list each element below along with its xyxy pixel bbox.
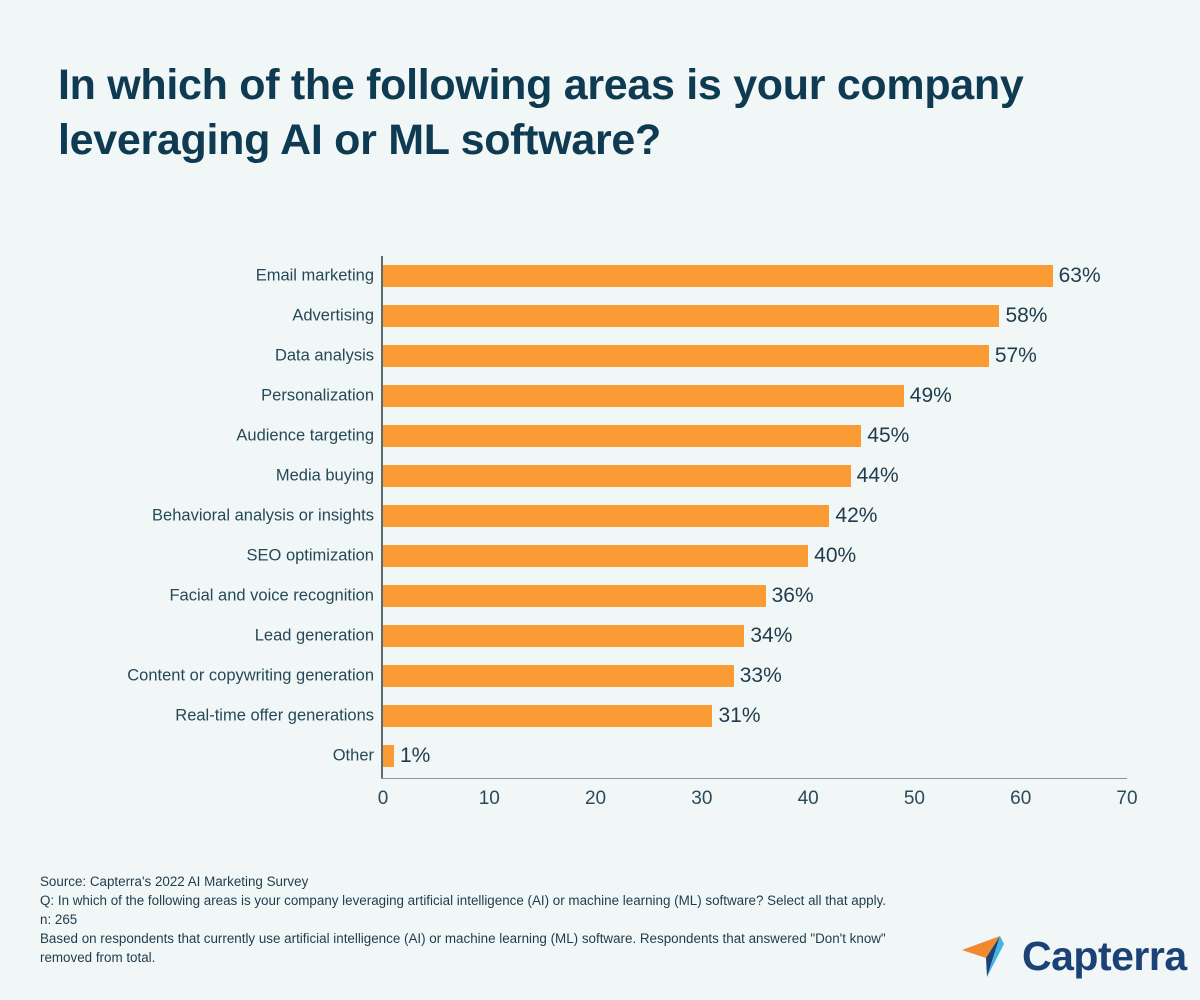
bar-value-label: 57% xyxy=(994,344,1037,367)
bar-value-label: 42% xyxy=(835,504,878,527)
bar xyxy=(383,545,809,567)
bar-category-label: Lead generation xyxy=(254,626,374,645)
bar-chart: Email marketing 63% Advertising 58% Data ana… xyxy=(0,240,1200,830)
bar-row: Behavioral analysis or insights 42% xyxy=(0,496,1200,536)
bar-category-label: Personalization xyxy=(261,386,374,405)
bar xyxy=(383,585,766,607)
bar-row: SEO optimization 40% xyxy=(0,536,1200,576)
bar-row: Real-time offer generations 31% xyxy=(0,696,1200,736)
x-axis-line xyxy=(381,778,1127,779)
footnote-basis: Based on respondents that currently use … xyxy=(40,931,890,966)
bar-value-label: 31% xyxy=(718,704,761,727)
bar xyxy=(383,705,713,727)
footnote: Source: Capterra's 2022 AI Marketing Sur… xyxy=(40,872,910,967)
bar-value-label: 44% xyxy=(856,464,899,487)
bar xyxy=(383,665,734,687)
x-axis-tick: 60 xyxy=(1010,788,1032,809)
x-axis-tick: 0 xyxy=(377,788,389,809)
bar-value-label: 36% xyxy=(771,584,814,607)
bar xyxy=(383,265,1053,287)
bar-row: Content or copywriting generation 33% xyxy=(0,656,1200,696)
bar-row: Audience targeting 45% xyxy=(0,416,1200,456)
bar-category-label: Advertising xyxy=(292,306,374,325)
bar-value-label: 58% xyxy=(1005,304,1048,327)
bar-row: Data analysis 57% xyxy=(0,336,1200,376)
x-axis-tick: 10 xyxy=(478,788,500,809)
bar-category-label: Behavioral analysis or insights xyxy=(152,506,374,525)
bar-category-label: Email marketing xyxy=(255,266,374,285)
bar xyxy=(383,745,394,767)
footnote-sample-size: n: 265 xyxy=(40,912,78,928)
bar-category-label: Media buying xyxy=(275,466,374,485)
bar-value-label: 49% xyxy=(909,384,952,407)
capterra-paper-plane-icon xyxy=(962,936,1004,977)
capterra-wordmark: Capterra xyxy=(1022,933,1187,979)
footnote-source: Source: Capterra's 2022 AI Marketing Sur… xyxy=(40,874,309,889)
bar-category-label: Facial and voice recognition xyxy=(169,586,374,605)
bar xyxy=(383,465,851,487)
bar-row: Other 1% xyxy=(0,736,1200,776)
bar-category-label: SEO optimization xyxy=(246,546,374,565)
bar-value-label: 33% xyxy=(739,664,782,687)
x-axis-tick: 70 xyxy=(1116,788,1138,809)
bar-value-label: 34% xyxy=(750,624,793,647)
bar xyxy=(383,345,989,367)
bar xyxy=(383,425,862,447)
bar-category-label: Audience targeting xyxy=(236,426,374,445)
x-axis-tick: 20 xyxy=(584,788,607,809)
bar-category-label: Data analysis xyxy=(274,346,374,365)
bar-value-label: 63% xyxy=(1058,264,1101,287)
bar-value-label: 1% xyxy=(400,744,431,767)
bar xyxy=(383,505,830,527)
bar-category-label: Real-time offer generations xyxy=(175,706,374,725)
bar-value-label: 40% xyxy=(814,544,857,567)
x-axis-tick: 50 xyxy=(903,788,925,809)
bar-category-label: Other xyxy=(332,746,374,765)
bar xyxy=(383,625,745,647)
bar-row: Advertising 58% xyxy=(0,296,1200,336)
bar-row: Email marketing 63% xyxy=(0,256,1200,296)
bar xyxy=(383,385,904,407)
bar xyxy=(383,305,1000,327)
bar-row: Personalization 49% xyxy=(0,376,1200,416)
capterra-logo: Capterra xyxy=(960,928,1187,984)
bar-row: Media buying 44% xyxy=(0,456,1200,496)
bar-row: Lead generation 34% xyxy=(0,616,1200,656)
x-axis-tick: 30 xyxy=(691,788,713,809)
x-axis-tick: 40 xyxy=(797,788,819,809)
footnote-question: Q: In which of the following areas is yo… xyxy=(40,893,886,909)
bar-row: Facial and voice recognition 36% xyxy=(0,576,1200,616)
bar-category-label: Content or copywriting generation xyxy=(127,666,374,685)
bar-value-label: 45% xyxy=(867,424,910,447)
page-title: In which of the following areas is your … xyxy=(58,61,1024,165)
